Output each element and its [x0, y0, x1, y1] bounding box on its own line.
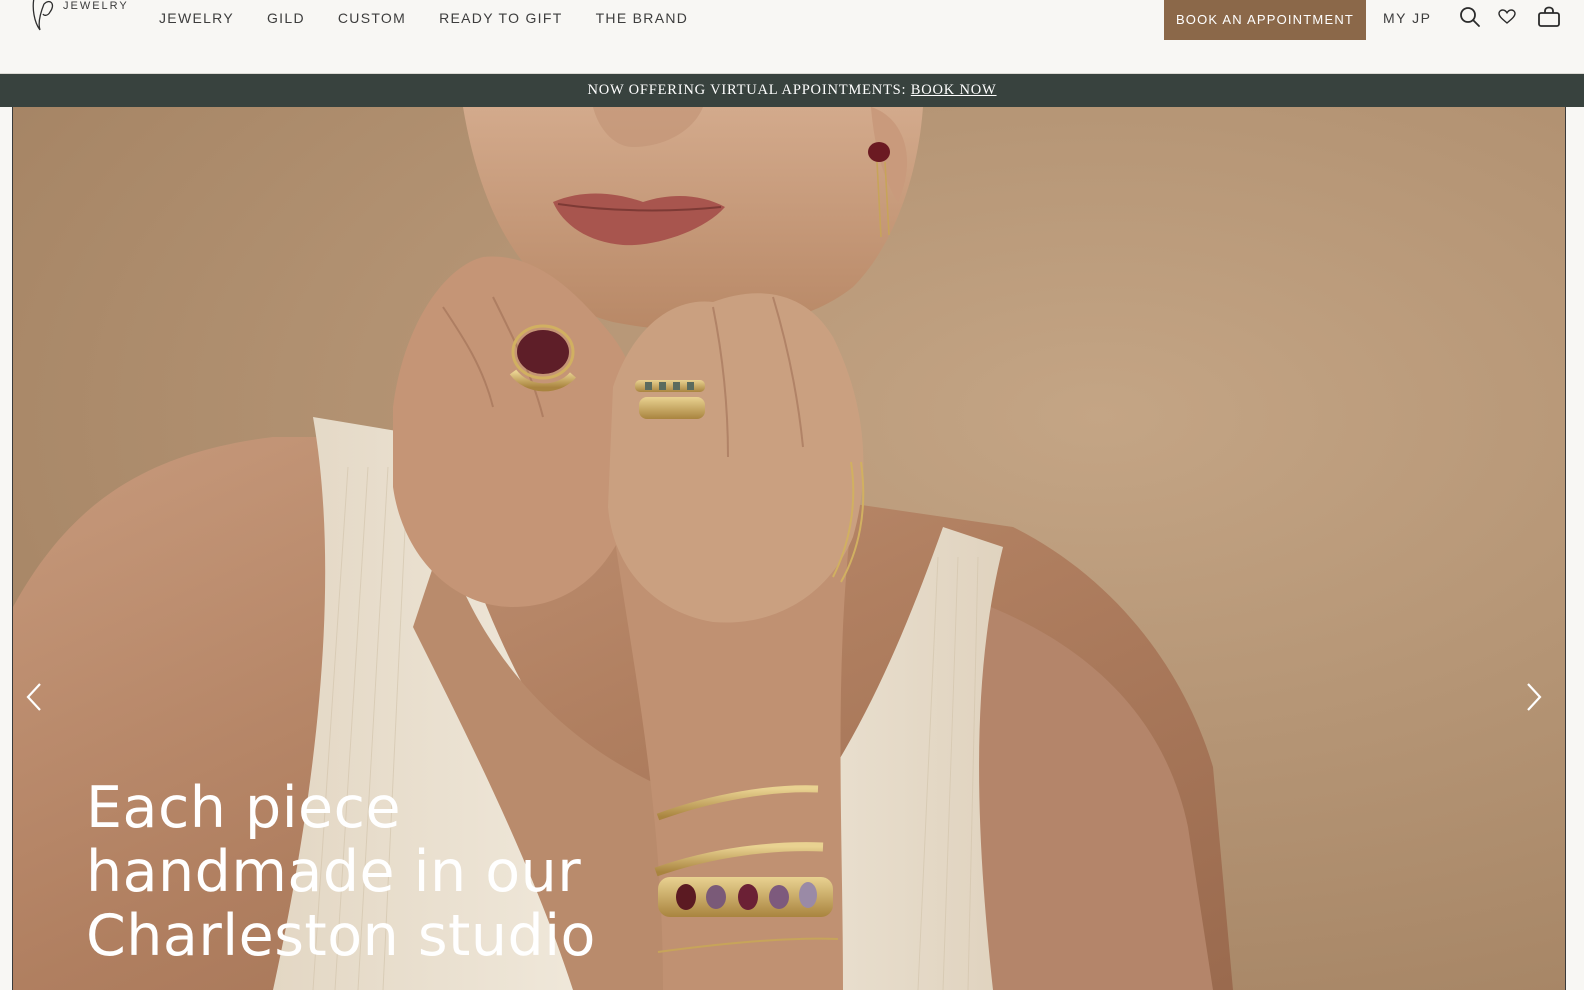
logo-monogram-icon	[32, 0, 54, 31]
nav-item-the-brand[interactable]: THE BRAND	[596, 8, 689, 28]
hero-frame-right	[1565, 107, 1584, 990]
chevron-right-icon[interactable]	[1519, 677, 1549, 717]
heart-icon[interactable]	[1494, 4, 1520, 30]
brand-logo[interactable]: JEWELRY	[28, 0, 128, 38]
announcement-bar: NOW OFFERING VIRTUAL APPOINTMENTS: BOOK …	[0, 74, 1584, 107]
main-nav: JEWELRY GILD CUSTOM READY TO GIFT THE BR…	[159, 8, 721, 28]
nav-item-jewelry[interactable]: JEWELRY	[159, 8, 234, 28]
nav-item-ready-to-gift[interactable]: READY TO GIFT	[439, 8, 562, 28]
book-now-link[interactable]: BOOK NOW	[911, 82, 997, 98]
site-header: JEWELRY JEWELRY GILD CUSTOM READY TO GIF…	[0, 0, 1584, 74]
hero-heading: Each piece handmade in our Charleston st…	[86, 776, 786, 968]
my-account-link[interactable]: MY JP	[1383, 8, 1431, 28]
hero-heading-line-2: handmade in our	[86, 839, 582, 905]
logo-wordmark: JEWELRY	[63, 0, 129, 12]
nav-item-gild[interactable]: GILD	[267, 8, 305, 28]
nav-item-custom[interactable]: CUSTOM	[338, 8, 406, 28]
announcement-text: NOW OFFERING VIRTUAL APPOINTMENTS:	[587, 82, 911, 98]
book-appointment-button[interactable]: BOOK AN APPOINTMENT	[1164, 0, 1366, 40]
chevron-left-icon[interactable]	[19, 677, 49, 717]
hero-heading-line-1: Each piece	[86, 775, 402, 841]
hero-frame-left	[0, 107, 13, 990]
hero-heading-line-3: Charleston studio	[86, 903, 596, 969]
search-icon[interactable]	[1457, 4, 1483, 30]
bag-icon[interactable]	[1536, 4, 1562, 30]
